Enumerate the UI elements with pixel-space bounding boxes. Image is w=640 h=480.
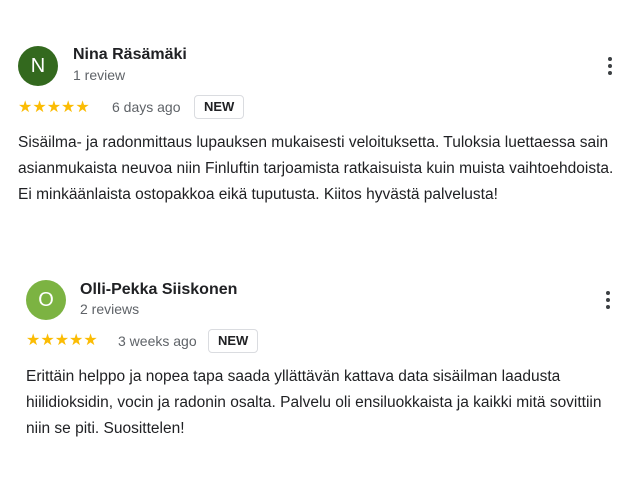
review-date: 3 weeks ago (118, 333, 197, 349)
review-text: Sisäilma- ja radonmittaus lupauksen muka… (18, 134, 614, 203)
new-badge: NEW (208, 329, 259, 353)
review-text: Erittäin helppo ja nopea tapa saada yllä… (26, 368, 602, 437)
reviewer-name[interactable]: Olli-Pekka Siiskonen (80, 281, 237, 299)
star-rating: ★★★★★ (18, 99, 90, 116)
avatar[interactable]: O (26, 280, 66, 320)
review-date: 6 days ago (112, 99, 181, 115)
review-count: 1 review (73, 67, 126, 83)
more-vert-icon[interactable] (598, 54, 622, 78)
reviews-list: N Nina Räsämäki 1 review ★★★★★ 6 days ag… (0, 0, 640, 480)
more-vert-icon[interactable] (596, 288, 620, 312)
reviewer-name[interactable]: Nina Räsämäki (73, 46, 187, 64)
new-badge: NEW (194, 95, 245, 119)
avatar[interactable]: N (18, 46, 58, 86)
star-rating: ★★★★★ (26, 332, 98, 349)
review-count: 2 reviews (80, 301, 140, 317)
